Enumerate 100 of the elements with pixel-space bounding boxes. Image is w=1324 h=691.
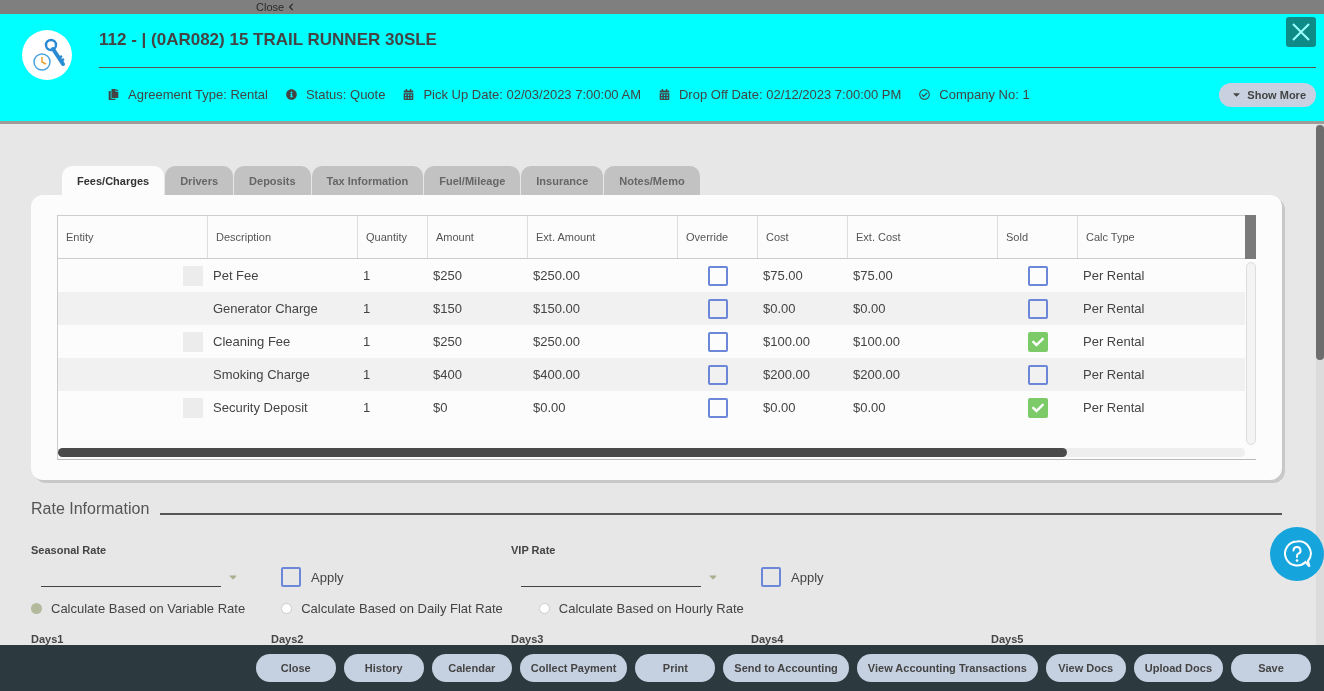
info-text: Drop Off Date: 02/12/2023 7:00:00 PM: [679, 87, 902, 102]
column-header[interactable]: Override: [678, 216, 758, 258]
field-label: Days5: [991, 632, 1025, 645]
field-label: VIP Rate: [511, 543, 556, 557]
table-cell-text: $0.00: [532, 399, 567, 417]
field-label: Days1: [31, 632, 65, 645]
action-button[interactable]: Save: [1231, 654, 1311, 682]
action-button[interactable]: Close: [255, 654, 336, 682]
column-header[interactable]: Cost: [758, 216, 848, 258]
calendar-icon: [403, 89, 415, 100]
table-cell-text: $0.00: [852, 300, 887, 318]
scrollbar-track[interactable]: [1246, 262, 1256, 445]
checkbox[interactable]: [1028, 298, 1048, 319]
info-text: Company No: 1: [939, 87, 1030, 102]
table-cell-text: $0: [432, 399, 449, 417]
table-cell-text: $250.00: [532, 267, 581, 285]
checkbox[interactable]: [708, 397, 728, 418]
table-cell-text: $250.00: [532, 333, 581, 351]
action-button[interactable]: Print: [635, 654, 716, 682]
info-text: Status: Quote: [305, 87, 386, 102]
table-cell-text: 1: [362, 333, 372, 351]
radio-label: Calculate Based on Daily Flat Rate: [301, 600, 503, 616]
copy-icon: [108, 89, 119, 100]
table-cell-text: Security Deposit: [212, 399, 309, 417]
table-cell-text: $150: [432, 300, 463, 318]
scrollbar-thumb[interactable]: [1245, 215, 1256, 259]
question-bubble-icon: [1281, 538, 1313, 570]
checkbox[interactable]: [708, 298, 728, 319]
close-button[interactable]: [1286, 17, 1316, 47]
table-cell-text: Per Rental: [1082, 366, 1146, 384]
table-cell-text: $0.00: [852, 399, 887, 417]
table-cell-text: $150.00: [532, 300, 581, 318]
action-button[interactable]: Upload Docs: [1133, 654, 1223, 682]
radio-button[interactable]: [281, 602, 293, 614]
table-cell-text: $400.00: [532, 366, 581, 384]
scrollbar-thumb[interactable]: [1316, 125, 1324, 360]
action-button[interactable]: View Docs: [1045, 654, 1126, 682]
column-header[interactable]: Entity: [58, 216, 208, 258]
checkbox[interactable]: [1028, 331, 1048, 352]
chevron-left-icon: [287, 3, 296, 11]
column-header[interactable]: Quantity: [358, 216, 428, 258]
show-more-button[interactable]: Show More: [1219, 82, 1316, 107]
column-header[interactable]: Calc Type: [1078, 216, 1245, 258]
scrollbar-track[interactable]: [1316, 124, 1324, 645]
calendar-icon: [659, 89, 670, 100]
table-cell-text: Cleaning Fee: [212, 333, 292, 351]
table-cell-text: $100.00: [852, 333, 901, 351]
radio-label: Calculate Based on Hourly Rate: [558, 600, 744, 616]
table-cell-text: Smoking Charge: [212, 366, 311, 384]
column-header[interactable]: Ext. Amount: [528, 216, 678, 258]
table-cell-text: Generator Charge: [212, 300, 319, 318]
radio-button[interactable]: [538, 602, 550, 614]
table-row[interactable]: Smoking Charge 1 $400 $400.00 $200.00 $200.00 Per Rental: [58, 358, 1245, 391]
table-cell-text: $75.00: [852, 267, 894, 285]
table-cell-text: Pet Fee: [212, 267, 260, 285]
action-button[interactable]: Send to Accounting: [723, 654, 849, 682]
checkbox[interactable]: [761, 567, 781, 587]
radio-button[interactable]: [31, 602, 42, 614]
action-button[interactable]: Calendar: [431, 654, 512, 682]
check-icon: [1032, 335, 1044, 348]
column-header[interactable]: Sold: [998, 216, 1078, 258]
table-cell-text: Per Rental: [1082, 333, 1146, 351]
checkbox[interactable]: [708, 265, 728, 286]
table-cell-text: $0.00: [762, 300, 797, 318]
close-icon: [1292, 23, 1310, 41]
field-label: Days2: [271, 632, 305, 645]
field-label: Days3: [511, 632, 545, 645]
checkbox-label: Apply: [311, 569, 344, 585]
table-cell-text: 1: [362, 366, 372, 384]
close-link[interactable]: Close: [256, 0, 285, 14]
column-header[interactable]: Amount: [428, 216, 528, 258]
table-cell-text: $100.00: [762, 333, 811, 351]
table-row[interactable]: Generator Charge 1 $150 $150.00 $0.00 $0.00 Per Rental: [58, 292, 1245, 325]
table-cell-text: $400: [432, 366, 463, 384]
action-button[interactable]: History: [343, 654, 424, 682]
checkbox[interactable]: [708, 331, 728, 352]
table-cell-text: $200.00: [762, 366, 811, 384]
column-header[interactable]: Description: [208, 216, 358, 258]
table-cell-text: $250: [432, 267, 463, 285]
key-clock-icon: [22, 30, 72, 80]
tab[interactable]: Fees/Charges: [62, 166, 165, 195]
checkbox[interactable]: [708, 364, 728, 385]
checkbox-label: Apply: [791, 569, 824, 585]
table-cell-text: $75.00: [762, 267, 804, 285]
table-cell-text: $0.00: [762, 399, 797, 417]
table-cell-text: Per Rental: [1082, 267, 1146, 285]
field-label: Days4: [751, 632, 785, 645]
checkbox[interactable]: [1028, 397, 1048, 418]
info-icon: [285, 89, 297, 100]
checkbox[interactable]: [1028, 265, 1048, 286]
column-header[interactable]: Ext. Cost: [848, 216, 998, 258]
table-cell-text: 1: [362, 300, 372, 318]
checkbox[interactable]: [281, 567, 301, 587]
checkbox[interactable]: [1028, 364, 1048, 385]
info-text: Pick Up Date: 02/03/2023 7:00:00 AM: [423, 87, 641, 102]
action-button[interactable]: Collect Payment: [519, 654, 628, 682]
table-cell-text: Per Rental: [1082, 300, 1146, 318]
action-button[interactable]: View Accounting Transactions: [856, 654, 1038, 682]
record-title: 112 - | (0AR082) 15 TRAIL RUNNER 30SLE: [99, 30, 437, 50]
table-cell-text: 1: [362, 399, 372, 417]
